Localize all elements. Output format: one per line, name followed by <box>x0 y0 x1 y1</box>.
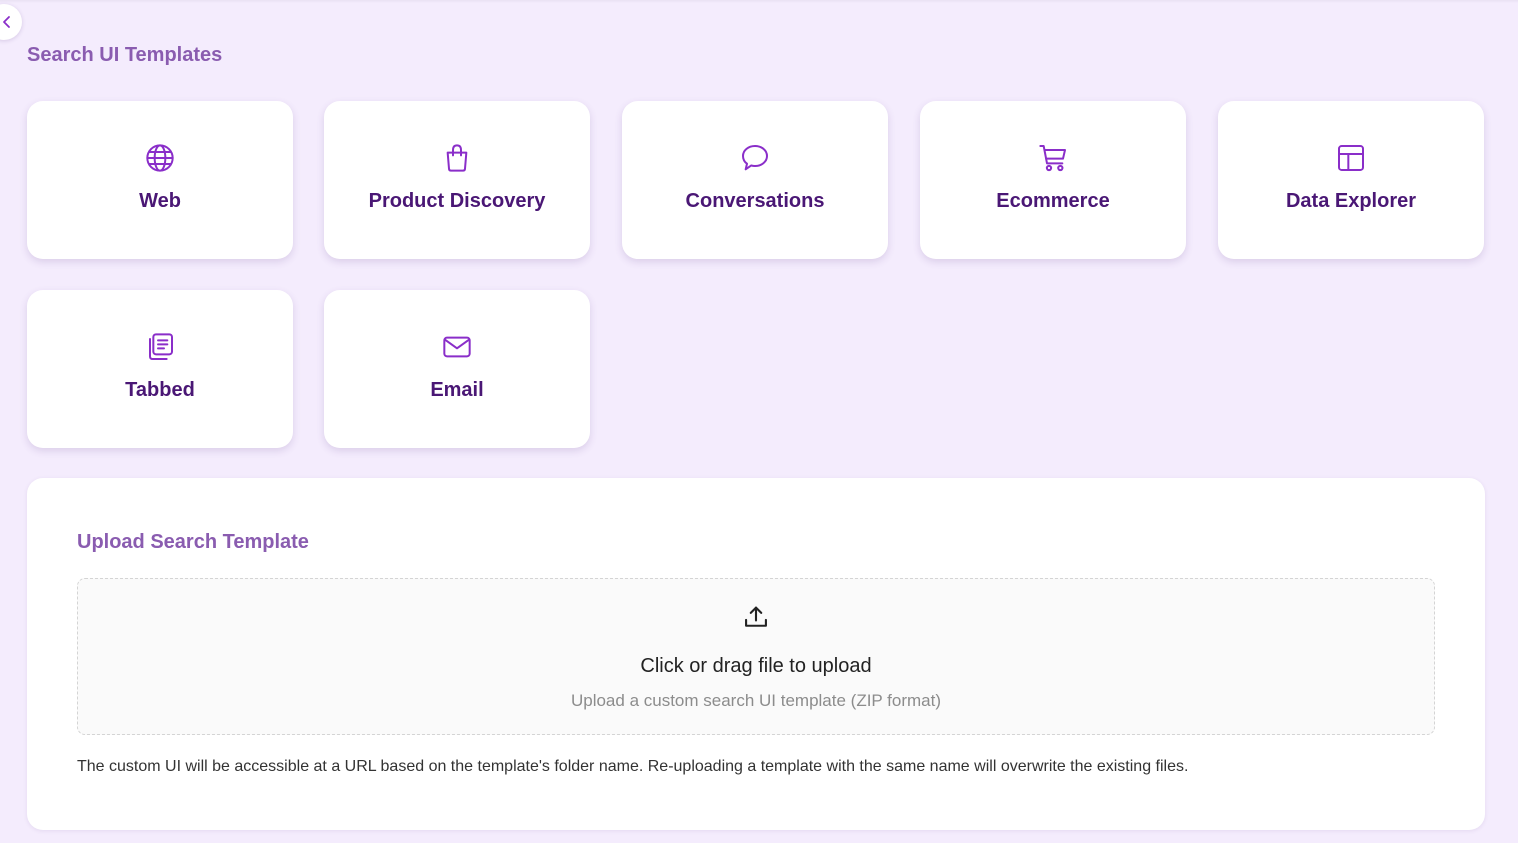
template-card-ecommerce[interactable]: Ecommerce <box>920 101 1186 259</box>
chevron-left-icon <box>3 16 10 28</box>
collapse-sidebar-button[interactable] <box>0 4 22 40</box>
template-card-label: Conversations <box>685 190 825 212</box>
template-card-label: Ecommerce <box>996 190 1110 212</box>
template-card-label: Web <box>139 190 181 212</box>
upload-dropzone[interactable]: Click or drag file to upload Upload a cu… <box>77 578 1435 735</box>
chat-bubble-icon <box>739 142 771 174</box>
section-title: Search UI Templates <box>27 44 223 66</box>
template-card-conversations[interactable]: Conversations <box>622 101 888 259</box>
template-card-label: Tabbed <box>125 379 195 401</box>
page: Search UI Templates Web Product Discover… <box>0 0 1518 843</box>
envelope-icon <box>441 331 473 363</box>
table-grid-icon <box>1335 142 1367 174</box>
shopping-bag-icon <box>441 142 473 174</box>
top-divider <box>0 0 1518 3</box>
template-card-product-discovery[interactable]: Product Discovery <box>324 101 590 259</box>
stacked-documents-icon <box>144 331 176 363</box>
template-card-email[interactable]: Email <box>324 290 590 448</box>
template-card-label: Email <box>430 379 484 401</box>
globe-icon <box>144 142 176 174</box>
upload-panel: Upload Search Template Click or drag fil… <box>27 478 1485 830</box>
template-card-data-explorer[interactable]: Data Explorer <box>1218 101 1484 259</box>
upload-icon <box>742 603 770 631</box>
template-card-web[interactable]: Web <box>27 101 293 259</box>
template-card-label: Product Discovery <box>368 190 546 212</box>
shopping-cart-icon <box>1037 142 1069 174</box>
template-card-tabbed[interactable]: Tabbed <box>27 290 293 448</box>
upload-title: Upload Search Template <box>77 531 309 553</box>
dropzone-primary-text: Click or drag file to upload <box>640 655 872 677</box>
template-card-label: Data Explorer <box>1285 190 1417 212</box>
upload-note: The custom UI will be accessible at a UR… <box>77 758 1189 775</box>
dropzone-hint-text: Upload a custom search UI template (ZIP … <box>570 691 942 710</box>
